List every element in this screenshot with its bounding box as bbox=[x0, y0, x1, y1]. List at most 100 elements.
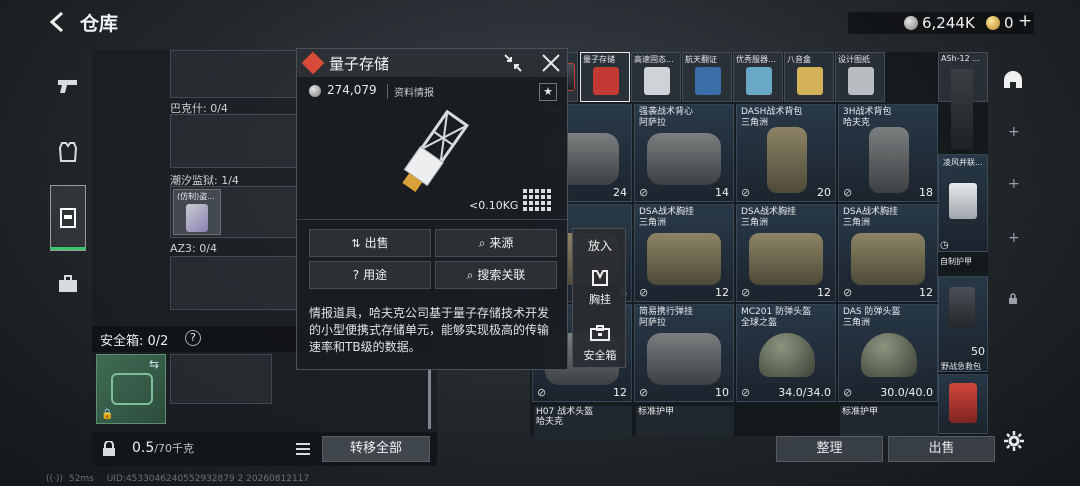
slot-label: AZ3: 0/4 bbox=[170, 242, 217, 255]
source-label: 来源 bbox=[489, 236, 514, 250]
bag-image bbox=[647, 333, 721, 385]
vest-menu-item[interactable]: 胸挂 bbox=[573, 291, 627, 307]
add-slot-icon[interactable]: + bbox=[1008, 176, 1020, 192]
item-ash12[interactable]: ASh-12 ... bbox=[938, 52, 988, 149]
item-weight: <0.10KG bbox=[469, 199, 519, 212]
item-label: 标准护甲 bbox=[638, 407, 675, 417]
no-insure-icon: ⊘ bbox=[741, 286, 751, 299]
inventory-item[interactable]: 强袭战术背心 阿萨拉 14 ⊘ bbox=[634, 104, 734, 202]
no-insure-icon: ⊘ bbox=[843, 186, 853, 199]
inventory-item[interactable]: MC201 防弹头盔 全球之盔 34.0/34.0 ⊘ bbox=[736, 304, 836, 402]
weight-bar: 0.5/70千克 转移全部 bbox=[92, 432, 437, 466]
item-label: MC201 防弹头盔 全球之盔 bbox=[741, 307, 812, 328]
first-aid-image bbox=[949, 383, 977, 423]
close-icon[interactable] bbox=[541, 53, 561, 73]
item-count: 12 bbox=[715, 286, 729, 299]
popup-header: 量子存储 bbox=[297, 49, 567, 77]
top-row-item[interactable]: 设计图纸 bbox=[835, 52, 885, 102]
inventory-item[interactable]: DASH战术背包 三角洲 20 ⊘ bbox=[736, 104, 836, 202]
item-image bbox=[593, 67, 619, 95]
backpack-image bbox=[869, 127, 909, 193]
sell-button[interactable]: 出售 bbox=[888, 436, 995, 462]
item-image bbox=[848, 67, 874, 95]
item-price: 274,079 bbox=[327, 83, 377, 97]
item-image bbox=[797, 67, 823, 95]
pistol-icon[interactable] bbox=[52, 70, 84, 102]
container-slot[interactable] bbox=[170, 256, 300, 310]
clock-icon: ◷ bbox=[940, 240, 949, 251]
no-insure-icon: ⊘ bbox=[843, 286, 853, 299]
back-arrow-icon[interactable] bbox=[44, 8, 72, 36]
item-label: DSA战术胸挂 三角洲 bbox=[639, 207, 694, 228]
top-row-item[interactable]: 八音盒 bbox=[784, 52, 834, 102]
inventory-item-partial[interactable]: 标准护甲 bbox=[636, 406, 734, 436]
inventory-item[interactable]: DSA战术胸挂 三角洲 12 ⊘ bbox=[838, 204, 938, 302]
card-item-image bbox=[186, 204, 208, 232]
briefcase-icon[interactable] bbox=[52, 268, 84, 300]
armor-icon[interactable] bbox=[52, 136, 84, 168]
inventory-item[interactable]: DAS 防弹头盔 三角洲 30.0/40.0 ⊘ bbox=[838, 304, 938, 402]
item-card[interactable]: (仿制)盗... bbox=[173, 189, 221, 235]
collapse-icon[interactable] bbox=[503, 53, 523, 73]
item-count: 12 bbox=[613, 386, 627, 399]
container-slot[interactable] bbox=[170, 114, 300, 168]
gold-coin-icon bbox=[986, 16, 1000, 30]
item-armor-chip[interactable]: 50 野战急救包 bbox=[938, 276, 988, 372]
silver-amount: 6,244K bbox=[922, 14, 975, 32]
favorite-star-icon[interactable]: ★ bbox=[539, 83, 557, 101]
item-category: 资料情报 bbox=[387, 84, 434, 99]
item-side-1[interactable]: 凌风并联... bbox=[938, 154, 988, 252]
list-icon[interactable] bbox=[294, 440, 312, 458]
item-label: 优秀服器... bbox=[736, 55, 776, 64]
inventory-item[interactable]: 3H战术背包 哈夫克 18 ⊘ bbox=[838, 104, 938, 202]
container-slot[interactable] bbox=[170, 50, 300, 98]
sell-label: 出售 bbox=[364, 236, 389, 250]
top-row-item[interactable]: 航天翻证 bbox=[682, 52, 732, 102]
add-slot-icon[interactable]: + bbox=[1008, 230, 1020, 246]
put-in-menu-item[interactable]: 放入 bbox=[573, 237, 627, 254]
help-icon[interactable]: ? bbox=[185, 330, 201, 346]
inventory-item-partial[interactable]: H07 战术头盔 哈夫克 bbox=[534, 406, 632, 436]
container-slot[interactable]: (仿制)盗... bbox=[170, 186, 300, 238]
search-icon: ⌕ bbox=[466, 268, 474, 282]
source-button[interactable]: ⌕ 来源 bbox=[435, 229, 557, 257]
ping-readout: 52ms bbox=[68, 474, 94, 484]
silver-coin-icon bbox=[309, 85, 321, 97]
inventory-item[interactable]: 简易携行弹挂 阿萨拉 10 ⊘ bbox=[634, 304, 734, 402]
settings-gear-icon[interactable] bbox=[1003, 430, 1025, 452]
top-row-item[interactable]: 高速固态... bbox=[631, 52, 681, 102]
inventory-item[interactable]: DSA战术胸挂 三角洲 12 ⊘ bbox=[736, 204, 836, 302]
no-insure-icon: ⊘ bbox=[741, 186, 751, 199]
inventory-item-partial[interactable]: 标准护甲 bbox=[840, 406, 938, 436]
category-rail bbox=[48, 50, 88, 300]
search-icon: ⌕ bbox=[478, 236, 486, 250]
safe-box-empty-slot[interactable] bbox=[170, 354, 272, 404]
sort-button[interactable]: 整理 bbox=[776, 436, 883, 462]
safe-box-icon bbox=[590, 325, 610, 345]
item-firstaid[interactable] bbox=[938, 374, 988, 434]
top-row-item[interactable]: 量子存储 bbox=[580, 52, 630, 102]
item-label: 高速固态... bbox=[634, 55, 674, 64]
safe-box-slot[interactable]: ⇆ 🔒 bbox=[96, 354, 166, 424]
add-currency-button[interactable]: + bbox=[1018, 11, 1032, 31]
inventory-item[interactable]: DSA战术胸挂 三角洲 12 ⊘ bbox=[634, 204, 734, 302]
no-insure-icon: ⊘ bbox=[639, 286, 649, 299]
magazine-image bbox=[951, 69, 973, 149]
vest-icon[interactable] bbox=[52, 202, 84, 234]
transfer-all-button[interactable]: 转移全部 bbox=[322, 436, 430, 462]
helmet-filter-icon[interactable] bbox=[1002, 70, 1024, 96]
item-side-2[interactable]: ◷ 自制护甲 bbox=[938, 240, 988, 276]
sell-item-button[interactable]: ⇅ 出售 bbox=[309, 229, 431, 257]
item-label: 八音盒 bbox=[787, 55, 811, 64]
question-icon: ? bbox=[352, 268, 360, 282]
add-slot-icon[interactable]: + bbox=[1008, 124, 1020, 140]
item-count: 34.0/34.0 bbox=[778, 386, 831, 399]
gold-amount: 0 bbox=[1004, 14, 1014, 32]
safe-box-menu-item[interactable]: 安全箱 bbox=[573, 347, 627, 363]
top-row-item[interactable]: 优秀服器... bbox=[733, 52, 783, 102]
sell-icon: ⇅ bbox=[351, 237, 361, 250]
search-related-button[interactable]: ⌕ 搜索关联 bbox=[435, 261, 557, 289]
item-label: 野战急救包 bbox=[941, 362, 981, 371]
usage-button[interactable]: ? 用途 bbox=[309, 261, 431, 289]
item-count: 10 bbox=[715, 386, 729, 399]
